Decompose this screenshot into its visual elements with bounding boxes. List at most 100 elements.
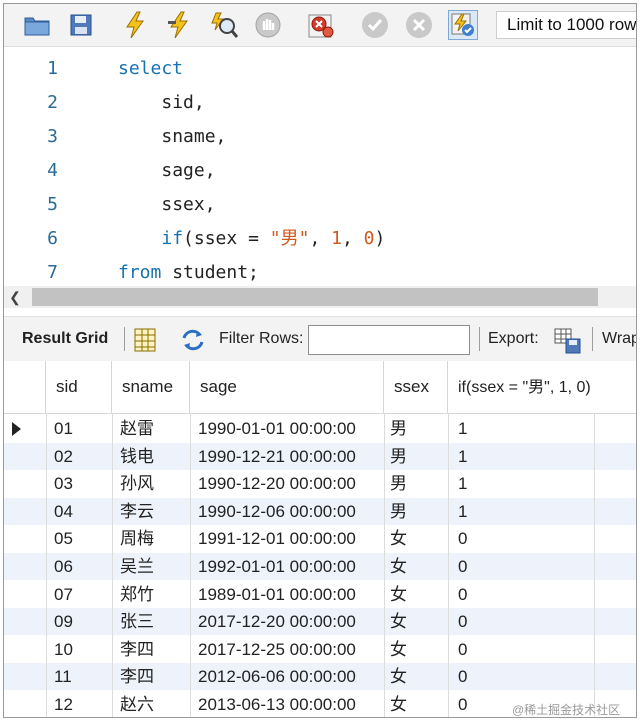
column-header-sage[interactable]: sage [190,361,384,413]
cell-sname[interactable]: 钱电 [112,443,190,470]
editor-horizontal-scrollbar[interactable]: ❮ [4,286,636,308]
cell-ssex[interactable]: 男 [384,470,448,497]
cell-ssex[interactable]: 女 [384,581,448,608]
editor-line[interactable]: 7 from student; [4,256,636,290]
table-row[interactable]: 04 李云 1990-12-06 00:00:00 男 1 [4,497,636,525]
cell-ssex[interactable]: 女 [384,636,448,663]
cell-if[interactable]: 0 [448,581,594,608]
cell-sid[interactable]: 02 [46,443,112,470]
column-header-ssex[interactable]: ssex [384,361,448,413]
row-header[interactable] [4,691,42,717]
cell-ssex[interactable]: 女 [384,663,448,690]
cell-if[interactable]: 0 [448,636,594,663]
cell-if[interactable]: 0 [448,663,594,690]
table-row[interactable]: 07 郑竹 1989-01-01 00:00:00 女 0 [4,581,636,608]
cell-if[interactable]: 1 [448,470,594,497]
editor-line[interactable]: 5 ssex, [4,188,636,222]
cell-sage[interactable]: 2012-06-06 00:00:00 [190,663,384,690]
sql-editor[interactable]: 1 select 2 sid, 3 sname, 4 sage, 5 ssex, 6 if(… [4,47,636,285]
cell-sage[interactable]: 1992-01-01 00:00:00 [190,553,384,580]
cell-sid[interactable]: 07 [46,581,112,608]
export-icon[interactable] [554,328,581,354]
autocommit-icon[interactable] [448,10,478,40]
cell-sage[interactable]: 1990-01-01 00:00:00 [190,415,384,442]
cell-sage[interactable]: 1990-12-21 00:00:00 [190,443,384,470]
row-header[interactable] [4,636,42,663]
refresh-icon[interactable] [180,328,204,352]
row-header[interactable] [4,525,42,552]
cell-sage[interactable]: 1991-12-01 00:00:00 [190,525,384,552]
row-header[interactable] [4,608,42,635]
cell-sname[interactable]: 张三 [112,608,190,635]
cell-ssex[interactable]: 男 [384,415,448,442]
cell-sage[interactable]: 1989-01-01 00:00:00 [190,581,384,608]
row-header[interactable] [4,553,42,580]
grid-view-icon[interactable] [134,328,158,352]
table-row[interactable]: 03 孙风 1990-12-20 00:00:00 男 1 [4,470,636,497]
cell-sage[interactable]: 2013-06-13 00:00:00 [190,691,384,717]
cell-sid[interactable]: 04 [46,498,112,525]
stop-icon[interactable] [253,10,283,40]
cell-sname[interactable]: 李四 [112,636,190,663]
editor-line[interactable]: 3 sname, [4,120,636,154]
table-row[interactable]: 11 李四 2012-06-06 00:00:00 女 0 [4,663,636,691]
cell-sage[interactable]: 2017-12-25 00:00:00 [190,636,384,663]
cell-ssex[interactable]: 女 [384,691,448,717]
cell-sage[interactable]: 1990-12-06 00:00:00 [190,498,384,525]
cell-sid[interactable]: 05 [46,525,112,552]
cell-sid[interactable]: 12 [46,691,112,717]
cell-sname[interactable]: 郑竹 [112,581,190,608]
cell-sid[interactable]: 06 [46,553,112,580]
table-row[interactable]: 02 钱电 1990-12-21 00:00:00 男 1 [4,442,636,470]
execute-current-icon[interactable] [164,10,194,40]
cell-ssex[interactable]: 男 [384,443,448,470]
cell-sid[interactable]: 03 [46,470,112,497]
commit-icon[interactable] [360,10,390,40]
cell-ssex[interactable]: 女 [384,553,448,580]
editor-line[interactable]: 1 select [4,52,636,86]
cell-ssex[interactable]: 女 [384,608,448,635]
cell-sname[interactable]: 赵雷 [112,415,190,442]
row-header[interactable] [4,663,42,690]
cell-if[interactable]: 0 [448,608,594,635]
cell-sname[interactable]: 周梅 [112,525,190,552]
column-header-if[interactable]: if(ssex = "男", 1, 0) [448,361,594,413]
cell-sname[interactable]: 吴兰 [112,553,190,580]
wrap-label[interactable]: Wrap [602,317,636,361]
explain-icon[interactable] [209,10,239,40]
cell-sage[interactable]: 2017-12-20 00:00:00 [190,608,384,635]
cell-sid[interactable]: 09 [46,608,112,635]
cell-sname[interactable]: 赵六 [112,691,190,717]
result-grid[interactable]: sid sname sage ssex if(ssex = "男", 1, 0)… [4,361,636,717]
cell-sid[interactable]: 01 [46,415,112,442]
cell-sid[interactable]: 11 [46,663,112,690]
limit-rows-select[interactable]: Limit to 1000 rows [496,11,636,39]
scrollbar-thumb[interactable] [32,288,598,306]
row-header[interactable] [4,581,42,608]
execute-icon[interactable] [120,10,150,40]
table-row[interactable]: 05 周梅 1991-12-01 00:00:00 女 0 [4,525,636,552]
editor-line[interactable]: 4 sage, [4,154,636,188]
cell-sname[interactable]: 李四 [112,663,190,690]
table-row[interactable]: 09 张三 2017-12-20 00:00:00 女 0 [4,608,636,636]
cell-sage[interactable]: 1990-12-20 00:00:00 [190,470,384,497]
table-row[interactable]: 10 李四 2017-12-25 00:00:00 女 0 [4,636,636,663]
column-header-sid[interactable]: sid [46,361,112,413]
scroll-left-icon[interactable]: ❮ [6,286,24,308]
cell-ssex[interactable]: 男 [384,498,448,525]
result-grid-tab[interactable]: Result Grid [22,317,108,361]
toggle-error-icon[interactable] [306,10,336,40]
cell-if[interactable]: 1 [448,498,594,525]
editor-line[interactable]: 6 if(ssex = "男", 1, 0) [4,222,636,256]
table-row[interactable]: 06 吴兰 1992-01-01 00:00:00 女 0 [4,553,636,580]
row-header[interactable] [4,498,42,525]
cell-if[interactable]: 0 [448,525,594,552]
cell-sid[interactable]: 10 [46,636,112,663]
row-header[interactable] [4,415,42,442]
cell-sname[interactable]: 孙风 [112,470,190,497]
cell-if[interactable]: 1 [448,443,594,470]
column-header-sname[interactable]: sname [112,361,190,413]
cell-sname[interactable]: 李云 [112,498,190,525]
cell-ssex[interactable]: 女 [384,525,448,552]
row-header[interactable] [4,443,42,470]
